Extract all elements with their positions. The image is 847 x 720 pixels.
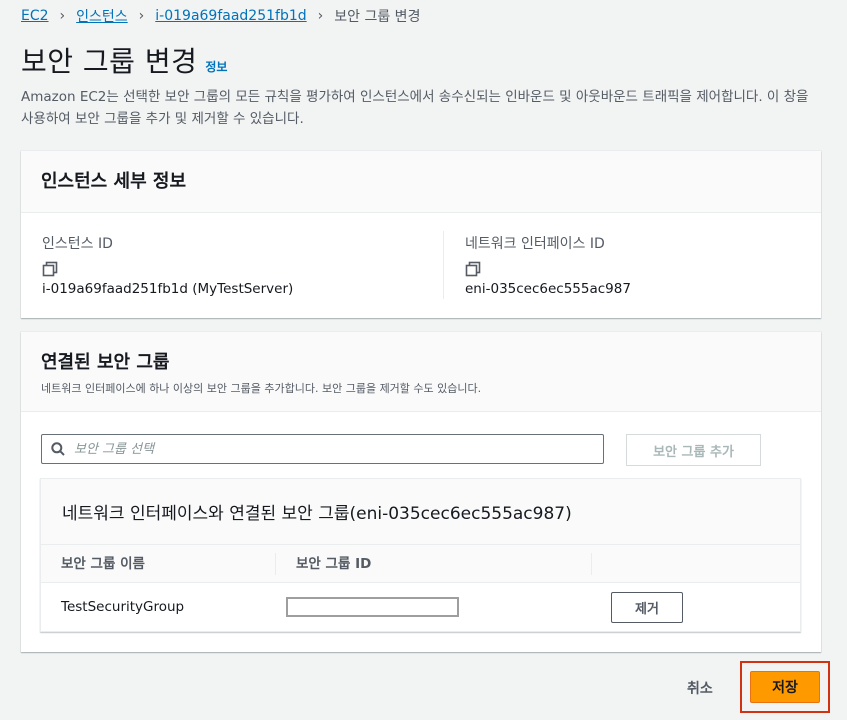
security-groups-table-container: 네트워크 인터페이스와 연결된 보안 그룹(eni-035cec6ec555ac…	[40, 478, 801, 632]
search-icon	[51, 442, 65, 456]
column-divider	[591, 553, 592, 575]
security-group-id-redacted	[286, 597, 459, 617]
add-security-group-button[interactable]: 보안 그룹 추가	[626, 434, 761, 466]
chevron-right-icon: ›	[317, 8, 324, 24]
page-header: 보안 그룹 변경 정보	[21, 40, 227, 80]
table-header-row: 보안 그룹 이름 보안 그룹 ID	[41, 545, 800, 583]
save-highlight: 저장	[740, 661, 830, 713]
associated-sg-header: 연결된 보안 그룹 네트워크 인터페이스에 하나 이상의 보안 그룹을 추가합니…	[21, 332, 821, 412]
instance-details-title: 인스턴스 세부 정보	[41, 171, 187, 192]
security-groups-table-title: 네트워크 인터페이스와 연결된 보안 그룹(eni-035cec6ec555ac…	[41, 479, 800, 545]
chevron-right-icon: ›	[59, 8, 66, 24]
eni-field: 네트워크 인터페이스 ID eni-035cec6ec555ac987	[443, 231, 631, 299]
page-title: 보안 그룹 변경	[21, 45, 198, 78]
associated-sg-subtitle: 네트워크 인터페이스에 하나 이상의 보안 그룹을 추가합니다. 보안 그룹을 …	[41, 382, 482, 395]
copy-icon[interactable]	[465, 261, 481, 277]
eni-value: eni-035cec6ec555ac987	[465, 281, 631, 297]
info-link[interactable]: 정보	[205, 58, 227, 75]
breadcrumb-instances-link[interactable]: 인스턴스	[76, 6, 128, 26]
column-header-name: 보안 그룹 이름	[61, 556, 145, 572]
security-group-search[interactable]	[41, 434, 604, 464]
table-row: TestSecurityGroup 제거	[41, 583, 800, 631]
chevron-right-icon: ›	[138, 8, 145, 24]
breadcrumb-ec2-link[interactable]: EC2	[21, 8, 49, 24]
save-button[interactable]: 저장	[750, 671, 820, 703]
eni-label: 네트워크 인터페이스 ID	[465, 236, 605, 252]
breadcrumb: EC2 › 인스턴스 › i-019a69faad251fb1d › 보안 그룹…	[21, 6, 420, 26]
security-group-search-input[interactable]	[72, 440, 576, 458]
cancel-button[interactable]: 취소	[681, 676, 719, 700]
breadcrumb-instance-link[interactable]: i-019a69faad251fb1d	[155, 8, 306, 24]
page-description: Amazon EC2는 선택한 보안 그룹의 모든 규칙을 평가하여 인스턴스에…	[21, 89, 809, 127]
column-header-id: 보안 그룹 ID	[275, 553, 371, 575]
instance-id-field: 인스턴스 ID i-019a69faad251fb1d (MyTestServe…	[42, 231, 293, 297]
instance-details-header: 인스턴스 세부 정보	[21, 151, 821, 213]
remove-button[interactable]: 제거	[611, 592, 683, 623]
instance-details-panel: 인스턴스 세부 정보 인스턴스 ID i-019a69faad251fb1d (…	[21, 151, 821, 318]
breadcrumb-current: 보안 그룹 변경	[334, 9, 421, 25]
copy-icon[interactable]	[42, 261, 58, 277]
instance-id-label: 인스턴스 ID	[42, 236, 113, 252]
instance-id-value: i-019a69faad251fb1d (MyTestServer)	[42, 281, 294, 297]
associated-security-groups-panel: 연결된 보안 그룹 네트워크 인터페이스에 하나 이상의 보안 그룹을 추가합니…	[21, 332, 821, 652]
associated-sg-title: 연결된 보안 그룹	[41, 352, 170, 373]
security-group-name: TestSecurityGroup	[61, 599, 185, 615]
